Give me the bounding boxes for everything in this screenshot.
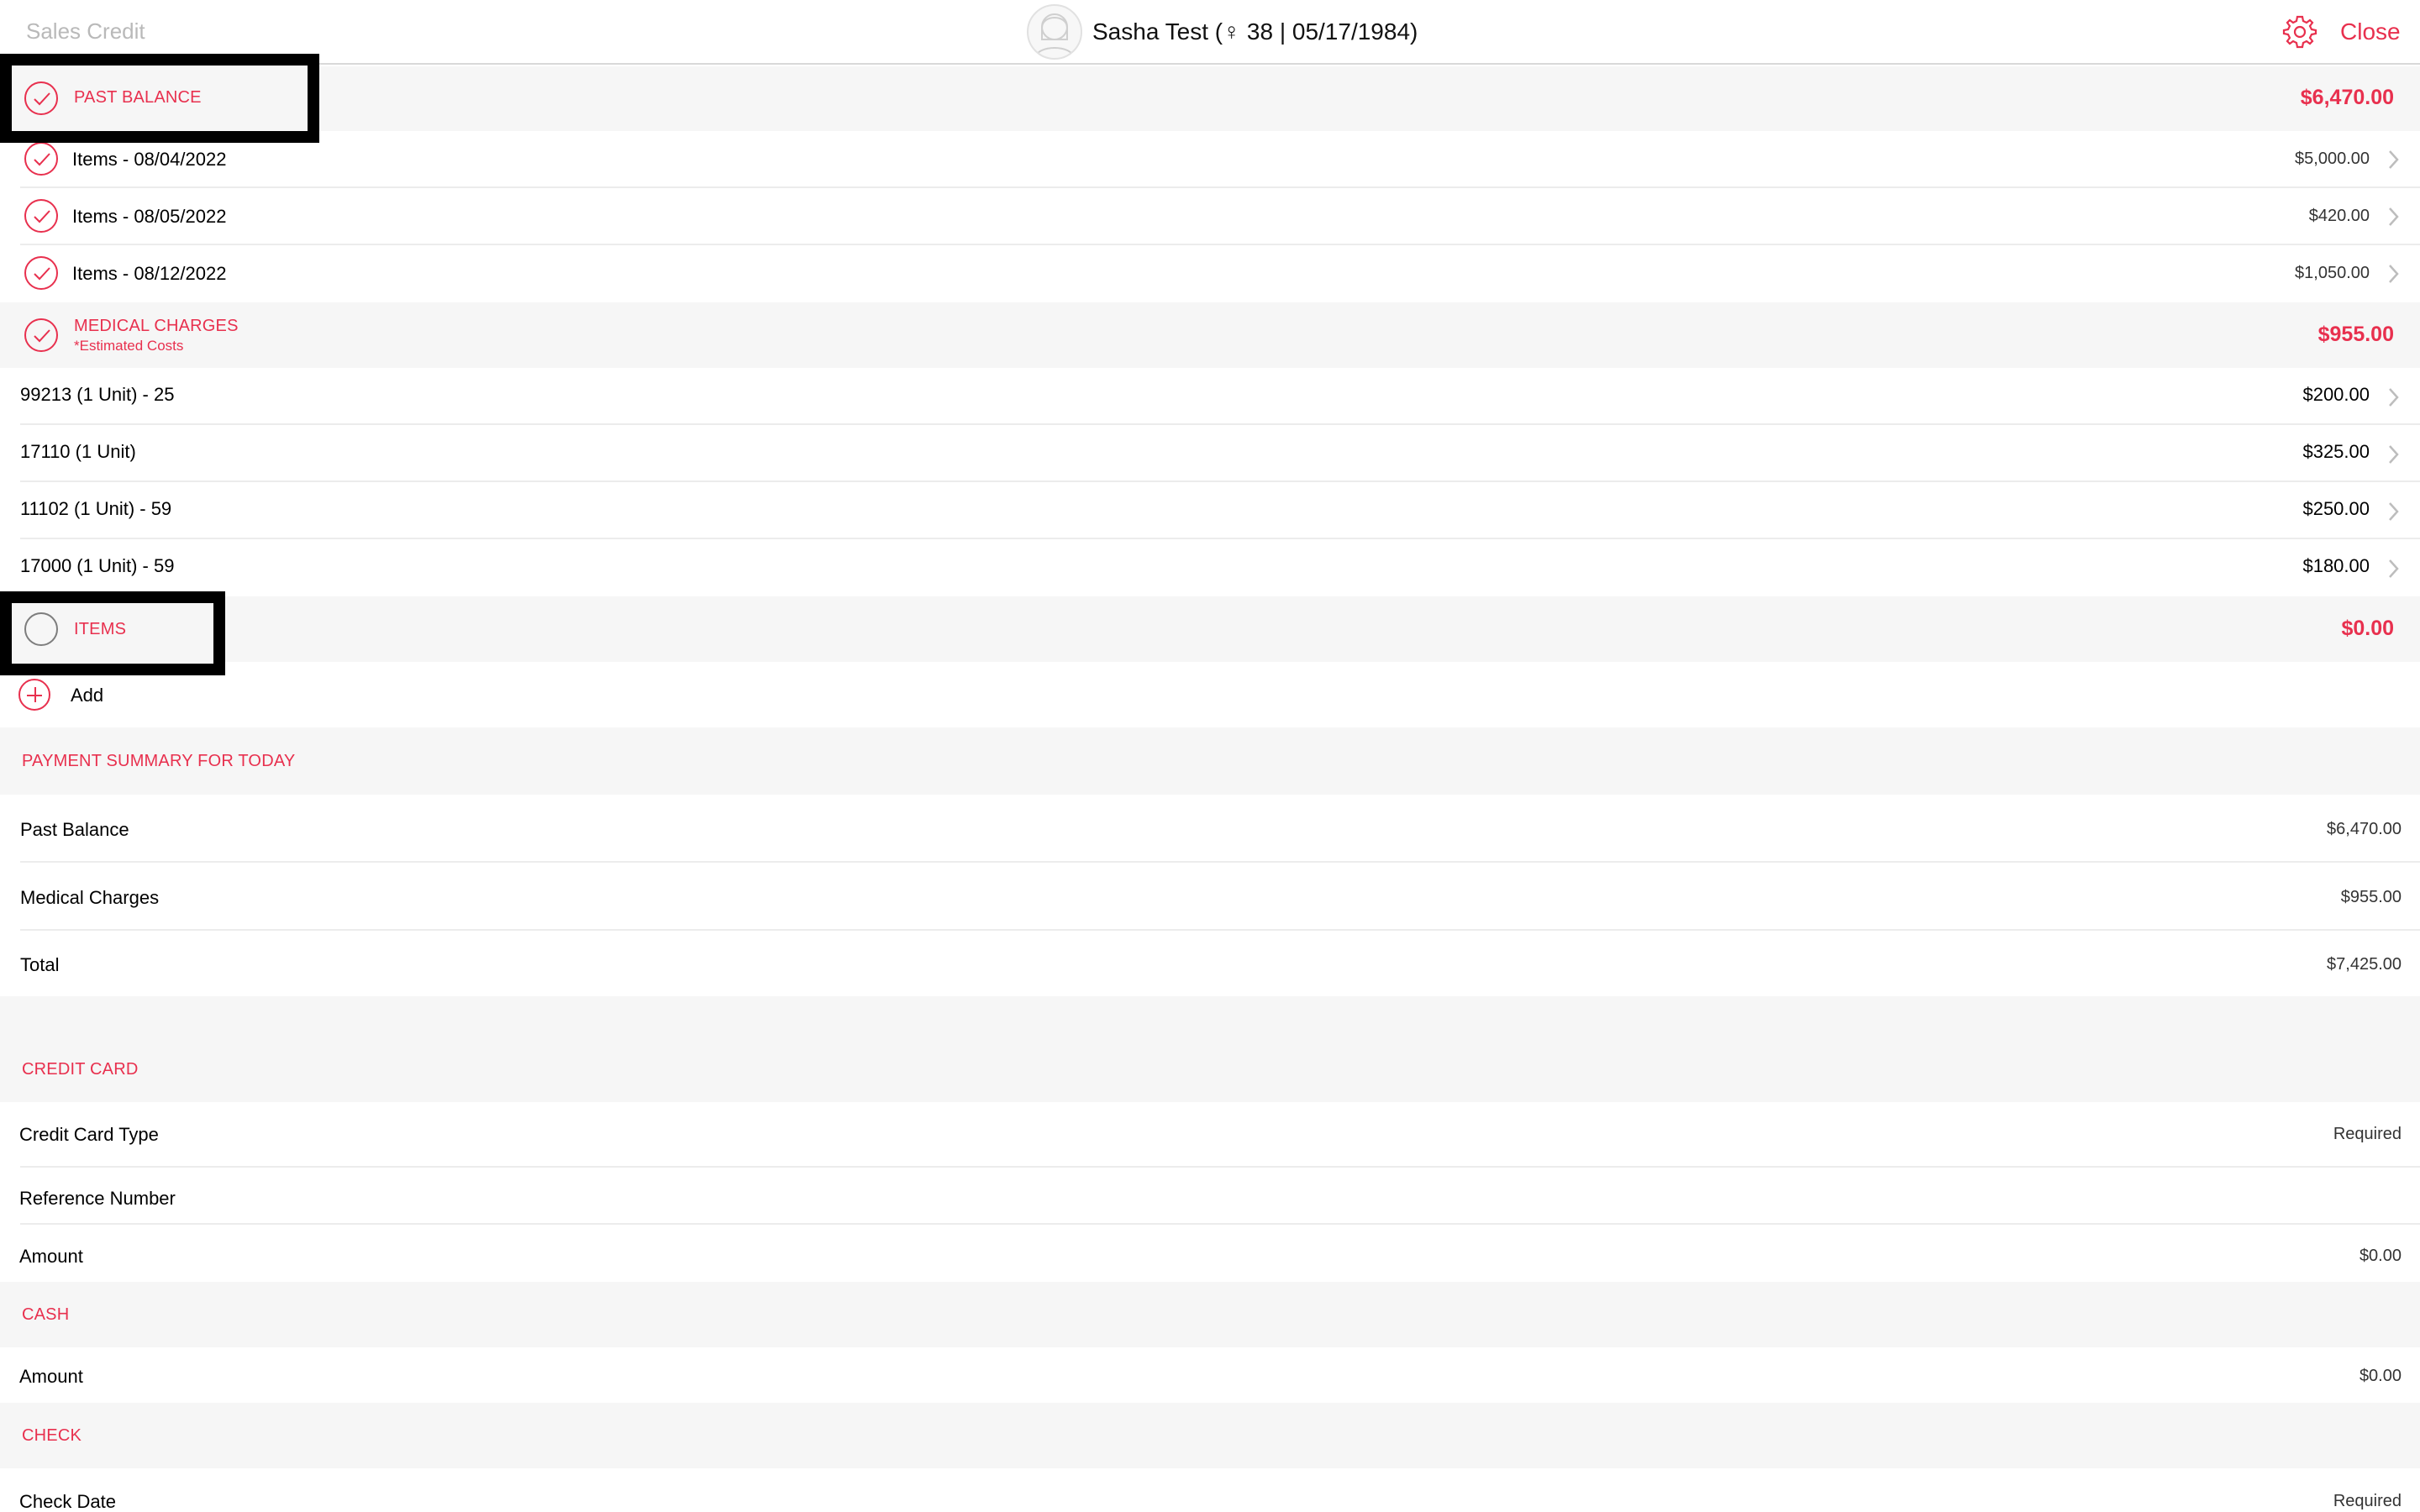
list-item-label: 11102 (1 Unit) - 59 bbox=[20, 498, 172, 519]
chevron-right-icon bbox=[2389, 559, 2399, 578]
summary-row-value: $6,470.00 bbox=[2327, 820, 2402, 838]
estimated-costs-note: *Estimated Costs bbox=[74, 338, 184, 354]
list-item-amount: $5,000.00 bbox=[2295, 150, 2370, 168]
check-header: CHECK bbox=[0, 1403, 2420, 1468]
chevron-right-icon bbox=[2389, 265, 2399, 283]
chevron-right-icon bbox=[2389, 445, 2399, 464]
avatar-icon bbox=[1027, 4, 1082, 60]
list-item[interactable]: 17110 (1 Unit) $325.00 bbox=[0, 425, 2420, 482]
list-item-label: Items - 08/12/2022 bbox=[72, 263, 227, 284]
highlight-box-items bbox=[0, 591, 225, 675]
list-item-label: 17110 (1 Unit) bbox=[20, 441, 136, 462]
summary-row-label: Medical Charges bbox=[20, 887, 160, 908]
list-item[interactable]: Items - 08/05/2022 $420.00 bbox=[0, 188, 2420, 245]
chevron-right-icon bbox=[2389, 207, 2399, 226]
checkmark-icon[interactable] bbox=[24, 199, 58, 233]
list-item-label: Items - 08/05/2022 bbox=[72, 206, 227, 227]
list-item[interactable]: 11102 (1 Unit) - 59 $250.00 bbox=[0, 482, 2420, 539]
list-item[interactable]: Items - 08/12/2022 $1,050.00 bbox=[0, 245, 2420, 302]
checkmark-icon[interactable] bbox=[24, 142, 58, 176]
list-item-label: 99213 (1 Unit) - 25 bbox=[20, 384, 175, 405]
list-item[interactable]: 99213 (1 Unit) - 25 $200.00 bbox=[0, 368, 2420, 425]
credit-card-header: CREDIT CARD bbox=[0, 996, 2420, 1102]
highlight-box-past-balance bbox=[0, 54, 319, 143]
list-item-amount: $250.00 bbox=[2302, 498, 2370, 519]
cash-header: CASH bbox=[0, 1282, 2420, 1347]
reference-number-row[interactable]: Reference Number bbox=[0, 1168, 2420, 1225]
sales-credit-screen: Sales Credit Sasha Test (♀ 38 | 05/17/19… bbox=[0, 0, 2420, 1512]
list-item-amount: $180.00 bbox=[2302, 555, 2370, 576]
items-total: $0.00 bbox=[2341, 617, 2394, 640]
past-balance-total: $6,470.00 bbox=[2300, 86, 2394, 109]
plus-circle-icon[interactable] bbox=[18, 679, 50, 711]
chevron-right-icon bbox=[2389, 388, 2399, 407]
checkmark-icon[interactable] bbox=[24, 256, 58, 290]
medical-charges-section-header[interactable]: MEDICAL CHARGES *Estimated Costs $955.00 bbox=[0, 302, 2420, 368]
cash-label: CASH bbox=[22, 1305, 70, 1324]
checkmark-icon[interactable] bbox=[24, 318, 58, 352]
patient-name: Sasha Test (♀ 38 | 05/17/1984) bbox=[1092, 18, 1418, 45]
credit-card-type-value[interactable]: Required bbox=[2333, 1125, 2402, 1144]
summary-row: Total $7,425.00 bbox=[0, 931, 2420, 996]
summary-row-label: Total bbox=[20, 954, 60, 975]
list-item-label: Items - 08/04/2022 bbox=[72, 149, 227, 170]
chevron-right-icon bbox=[2389, 150, 2399, 169]
summary-row: Medical Charges $955.00 bbox=[0, 863, 2420, 931]
credit-card-amount-value[interactable]: $0.00 bbox=[2360, 1247, 2402, 1266]
past-balance-section-header[interactable]: PAST BALANCE $6,470.00 bbox=[0, 66, 2420, 131]
check-date-label: Check Date bbox=[19, 1491, 116, 1512]
navigation-bar: Sales Credit Sasha Test (♀ 38 | 05/17/19… bbox=[0, 0, 2420, 65]
chevron-right-icon bbox=[2389, 502, 2399, 521]
add-item-row[interactable]: Add bbox=[0, 662, 2420, 727]
medical-charges-total: $955.00 bbox=[2317, 323, 2394, 346]
cash-amount-value[interactable]: $0.00 bbox=[2360, 1367, 2402, 1386]
check-date-row[interactable]: Check Date Required bbox=[0, 1468, 2420, 1512]
patient-header[interactable]: Sasha Test (♀ 38 | 05/17/1984) bbox=[1027, 4, 1418, 60]
summary-row-label: Past Balance bbox=[20, 819, 129, 840]
check-date-value[interactable]: Required bbox=[2333, 1492, 2402, 1511]
credit-card-type-row[interactable]: Credit Card Type Required bbox=[0, 1102, 2420, 1168]
check-label: CHECK bbox=[22, 1426, 82, 1445]
list-item-amount: $420.00 bbox=[2308, 207, 2370, 225]
summary-row-value: $7,425.00 bbox=[2327, 955, 2402, 974]
credit-card-label: CREDIT CARD bbox=[22, 1060, 139, 1079]
cash-amount-label: Amount bbox=[19, 1366, 83, 1387]
credit-card-amount-label: Amount bbox=[19, 1246, 83, 1267]
screen-title: Sales Credit bbox=[26, 18, 145, 44]
summary-row-value: $955.00 bbox=[2340, 888, 2402, 906]
summary-row: Past Balance $6,470.00 bbox=[0, 795, 2420, 863]
payment-summary-label: PAYMENT SUMMARY FOR TODAY bbox=[22, 752, 296, 770]
reference-number-label: Reference Number bbox=[19, 1188, 176, 1209]
list-item-amount: $1,050.00 bbox=[2295, 264, 2370, 282]
list-item-amount: $200.00 bbox=[2302, 384, 2370, 405]
items-section-header[interactable]: ITEMS $0.00 bbox=[0, 596, 2420, 662]
list-item-amount: $325.00 bbox=[2302, 441, 2370, 462]
medical-charges-label: MEDICAL CHARGES bbox=[74, 317, 239, 335]
gear-icon[interactable] bbox=[2281, 13, 2318, 50]
list-item-label: 17000 (1 Unit) - 59 bbox=[20, 555, 175, 576]
list-item[interactable]: Items - 08/04/2022 $5,000.00 bbox=[0, 131, 2420, 188]
add-button[interactable]: Add bbox=[71, 685, 103, 706]
credit-card-amount-row[interactable]: Amount $0.00 bbox=[0, 1225, 2420, 1282]
cash-amount-row[interactable]: Amount $0.00 bbox=[0, 1347, 2420, 1403]
credit-card-type-label: Credit Card Type bbox=[19, 1124, 159, 1145]
payment-summary-header: PAYMENT SUMMARY FOR TODAY bbox=[0, 727, 2420, 795]
close-button[interactable]: Close bbox=[2340, 18, 2401, 45]
list-item[interactable]: 17000 (1 Unit) - 59 $180.00 bbox=[0, 539, 2420, 596]
